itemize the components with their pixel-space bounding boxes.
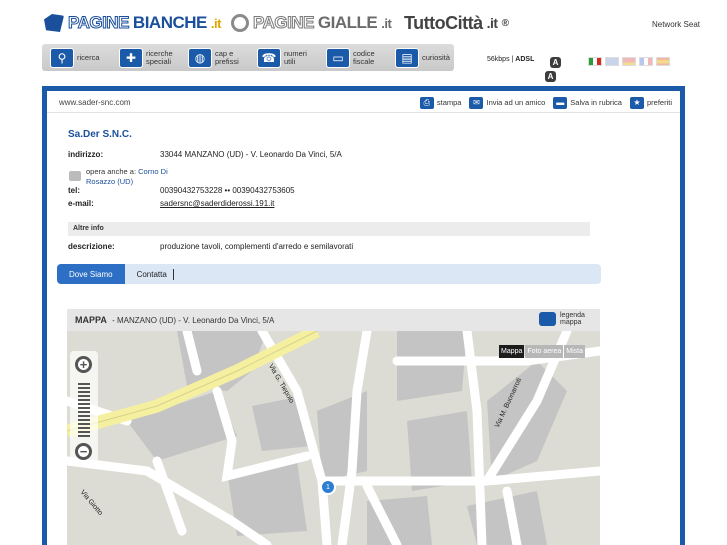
map-type-map-button[interactable]: Mappa [499, 345, 525, 358]
tab-contatta[interactable]: Contatta [125, 268, 174, 280]
tel-value: 00390432753228 •• 00390432753605 [160, 186, 295, 195]
also-operates: opera anche a: Corno Di Rosazzo (UD) [86, 167, 168, 186]
nav-cap-prefissi[interactable]: ◍ cap e prefissi [188, 46, 251, 70]
list-icon [539, 312, 556, 326]
spain-flag-icon[interactable] [656, 57, 670, 66]
book-icon: ▤ [395, 47, 419, 68]
italy-flag-icon[interactable] [588, 57, 602, 66]
printer-icon: ⎙ [419, 96, 434, 109]
map-subtitle: MANZANO (UD) - V. Leonardo Da Vinci, 5/A [116, 315, 275, 325]
zoom-in-button[interactable]: + [75, 356, 92, 373]
main-nav: ⚲ ricerca ✚ ricerche speciali ◍ cap e prefi… [42, 44, 454, 71]
germany-flag-icon[interactable] [622, 57, 636, 66]
map-type-switcher: Mappa Foto aerea Mista [499, 345, 585, 358]
url-bar: www.sader-snc.com ⎙ stampa ✉ Invia ad un a… [47, 93, 680, 113]
email-link[interactable]: sadersnc@saderdiderossi.191.it [160, 199, 274, 208]
section-header: Altre info [68, 222, 590, 236]
map-canvas [67, 331, 600, 545]
tab-dove-siamo[interactable]: Dove Siamo [57, 264, 125, 284]
zoom-slider[interactable] [78, 383, 90, 439]
globe-icon: ◍ [188, 47, 212, 68]
location-marker-icon[interactable]: 1 [320, 479, 336, 495]
phone-icon: ☎ [257, 47, 281, 68]
content-frame: www.sader-snc.com ⎙ stampa ✉ Invia ad un a… [42, 86, 685, 545]
nav-ricerca[interactable]: ⚲ ricerca [50, 46, 113, 70]
font-size-badge-large[interactable]: A [545, 71, 556, 82]
map-title: MAPPA [75, 315, 107, 325]
tel-label: tel: [68, 186, 80, 195]
tab-bar: Dove Siamo Contatta [57, 264, 601, 284]
send-friend-button[interactable]: ✉ Invia ad un amico [469, 96, 545, 109]
map-header: MAPPA - MANZANO (UD) - V. Leonardo Da Vi… [67, 309, 600, 331]
font-size-badge[interactable]: A [550, 57, 561, 68]
nav-curiosita[interactable]: ▤ curiosità [395, 46, 458, 70]
paginegialle-logo[interactable]: PAGINE GIALLE .it [231, 12, 392, 34]
top-header: PAGINE BIANCHE .it PAGINE GIALLE .it TuttoCi… [0, 0, 727, 44]
puzzle-icon: ✚ [119, 47, 143, 68]
connection-speed: 56kbps | ADSL [487, 56, 535, 63]
print-button[interactable]: ⎙ stampa [419, 96, 461, 109]
hand-icon [44, 14, 64, 32]
magnifier-icon: ⚲ [50, 47, 74, 68]
map-type-hybrid-button[interactable]: Mista [564, 345, 585, 358]
map-view[interactable]: Via G. Tiepolo Via M. Buonarroti Via Gio… [67, 331, 600, 545]
favorites-button[interactable]: ★ preferiti [629, 96, 672, 109]
g-circle-icon [231, 14, 249, 32]
map-type-aerial-button[interactable]: Foto aerea [525, 345, 564, 358]
paginebianche-logo[interactable]: PAGINE BIANCHE .it [44, 12, 221, 34]
company-name: Sa.Der S.N.C. [68, 129, 132, 140]
description-value: produzione tavoli, complementi d'arredo … [160, 242, 354, 251]
network-seat-link[interactable]: Network Seat [652, 20, 700, 29]
email-label: e-mail: [68, 199, 94, 208]
description-label: descrizione: [68, 242, 115, 251]
car-icon [69, 171, 81, 181]
nav-ricerche-speciali[interactable]: ✚ ricerche speciali [119, 46, 182, 70]
france-flag-icon[interactable] [639, 57, 653, 66]
tuttocitta-logo[interactable]: TuttoCittà .it ® [404, 12, 509, 34]
nav-numeri-utili[interactable]: ☎ numeri utili [257, 46, 320, 70]
uk-flag-icon[interactable] [605, 57, 619, 66]
card-icon: ▭ [326, 47, 350, 68]
envelope-icon: ✉ [469, 96, 484, 109]
address-value: 33044 MANZANO (UD) - V. Leonardo Da Vinc… [160, 150, 342, 159]
site-url[interactable]: www.sader-snc.com [59, 98, 131, 107]
address-label: indirizzo: [68, 150, 104, 159]
zoom-control: + − [70, 351, 98, 463]
nav-codice-fiscale[interactable]: ▭ codice fiscale [326, 46, 389, 70]
map-legend-button[interactable]: legenda mappa [539, 312, 588, 326]
zoom-out-button[interactable]: − [75, 443, 92, 460]
folder-icon: ▬ [553, 96, 568, 109]
language-flags [588, 57, 670, 66]
save-contacts-button[interactable]: ▬ Salva in rubrica [553, 96, 622, 109]
action-bar: ⎙ stampa ✉ Invia ad un amico ▬ Salva in rub… [419, 96, 672, 109]
star-icon: ★ [629, 96, 644, 109]
